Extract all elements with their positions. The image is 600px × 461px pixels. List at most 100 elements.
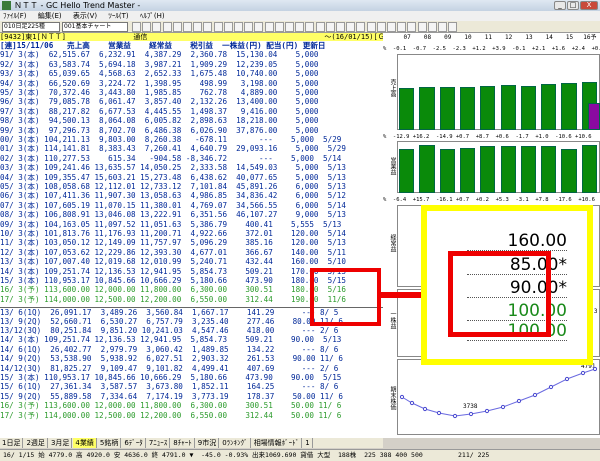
table-row: 93/ 3(本) 65,039.65 4,568.63 2,652.33 1,6… xyxy=(0,69,319,79)
title-bar: ＮＴＴ - GC Hello Trend Master - _ □ X xyxy=(0,0,600,11)
tab-3[interactable]: 4業績 xyxy=(73,438,97,448)
toolbar-icon[interactable] xyxy=(448,22,458,32)
toolbar-icon[interactable] xyxy=(203,22,213,32)
year-label: 12 xyxy=(505,34,513,41)
table-row: 91/ 3(本) 62,515.67 6,232.91 4,387.29 2,3… xyxy=(0,50,319,60)
toolbar-icon[interactable] xyxy=(264,22,274,32)
price-point xyxy=(399,394,405,400)
table-row: 08/ 3(本) 106,808.91 13,046.08 13,222.91 … xyxy=(0,210,346,220)
price-point xyxy=(468,411,474,417)
toolbar-icon[interactable] xyxy=(346,22,356,32)
sales-growth-row: % -0.1 -0.7 -2.5 -2.3 +1.2 +3.9 -0.1 +2.… xyxy=(383,46,600,52)
sales-bar xyxy=(561,82,577,130)
toolbar-icon[interactable] xyxy=(387,22,396,32)
table-header: [連]15/11/06 売上高 営業益 経常益 税引益 一株益(円) 配当(円)… xyxy=(0,41,326,50)
sales-bar xyxy=(439,87,455,130)
price-label: 期末株価 xyxy=(389,386,396,410)
app-icon xyxy=(2,1,11,10)
tab-6[interactable]: 7ﾆｭｰｽ xyxy=(147,438,171,448)
toolbar-icon[interactable] xyxy=(315,22,325,32)
toolbar-icon[interactable] xyxy=(132,22,141,32)
toolbar-icon[interactable] xyxy=(223,22,233,32)
tab-7[interactable]: 8ﾁｬｰﾄ xyxy=(171,438,195,448)
toolbar-icon[interactable] xyxy=(417,22,427,32)
year-label: 16予 xyxy=(583,34,597,41)
op-bar xyxy=(399,148,415,193)
sales-bar xyxy=(520,85,537,130)
toolbar-icon[interactable] xyxy=(376,22,386,32)
toolbar: 010日足225種 001基本チャート xyxy=(0,21,600,33)
table-row: 09/ 3(本) 104,163.05 11,097.52 11,051.63 … xyxy=(0,219,342,229)
table-row: 99/ 3(本) 97,296.73 8,702.70 6,486.38 6,0… xyxy=(0,125,319,135)
price-curve xyxy=(399,366,598,419)
toolbar-icon[interactable] xyxy=(366,22,376,32)
tab-bar: 1日足 2週足 3月足 4業績 5銘柄 6ﾃﾞｰﾀ 7ﾆｭｰｽ 8ﾁｬｰﾄ 9市況 0ﾗﾝｷﾝｸﾞ… xyxy=(0,438,383,448)
toolbar-icon[interactable] xyxy=(193,22,203,32)
menu-file[interactable]: ﾌｧｲﾙ(F) xyxy=(3,12,27,20)
toolbar-icon[interactable] xyxy=(274,22,284,32)
op-label: 営業益 xyxy=(389,157,396,175)
toolbar-icon[interactable] xyxy=(397,22,407,32)
toolbar-icon[interactable] xyxy=(407,22,417,32)
toolbar-icon[interactable] xyxy=(142,22,152,32)
chart-period-select[interactable]: 010日足225種 xyxy=(2,22,60,32)
toolbar-icon[interactable] xyxy=(285,22,294,32)
toolbar-icon[interactable] xyxy=(244,22,254,32)
table-row: 04/ 3(本) 109,355.47 15,603.21 15,273.48 … xyxy=(0,172,346,182)
minimize-button[interactable]: _ xyxy=(554,1,566,10)
tab-5[interactable]: 6ﾃﾞｰﾀ xyxy=(122,438,146,448)
toolbar-icon[interactable] xyxy=(183,22,192,32)
table-row: 10/ 3(本) 101,813.76 11,176.93 11,200.71 … xyxy=(0,229,346,238)
tab-0[interactable]: 1日足 xyxy=(0,438,24,448)
chart-type-select[interactable]: 001基本チャート xyxy=(62,22,128,32)
toolbar-icon[interactable] xyxy=(213,22,223,32)
forecast-bar xyxy=(587,103,600,130)
toolbar-icon[interactable] xyxy=(427,22,437,32)
year-label: 11 xyxy=(484,34,492,41)
ord-label: 経常益 xyxy=(389,234,396,252)
toolbar-icon[interactable] xyxy=(172,22,182,32)
menu-tools[interactable]: ﾂｰﾙ(T) xyxy=(108,12,128,20)
year-label: 10 xyxy=(464,34,472,41)
toolbar-icon[interactable] xyxy=(152,22,162,32)
table-row: 03/ 3(本) 109,241.46 13,635.57 14,050.25 … xyxy=(0,163,346,173)
menu-view[interactable]: 表示(V) xyxy=(73,12,97,20)
quarter-row: 13/12(3Q) 80,251.84 9,851.20 10,241.03 4… xyxy=(0,326,339,335)
year-label: 14 xyxy=(545,34,553,41)
close-button[interactable]: X xyxy=(580,1,598,10)
tab-2[interactable]: 3月足 xyxy=(49,438,73,448)
op-bar xyxy=(439,148,455,193)
sales-bar xyxy=(480,85,496,130)
toolbar-icon[interactable] xyxy=(325,22,335,32)
table-row: 02/ 3(本) 110,277.53 615.34 -904.58 -8,34… xyxy=(0,153,342,163)
toolbar-icon[interactable] xyxy=(305,22,315,32)
toolbar-icon[interactable] xyxy=(254,22,264,32)
tab-9[interactable]: 0ﾗﾝｷﾝｸﾞ xyxy=(220,438,251,448)
tab-11[interactable]: 1 xyxy=(303,438,313,448)
tab-8[interactable]: 9市況 xyxy=(196,438,220,448)
menu-edit[interactable]: 編集(E) xyxy=(38,12,62,20)
toolbar-icon[interactable] xyxy=(162,22,172,32)
tab-10[interactable]: 相場情報ﾎﾞｰﾄﾞ xyxy=(252,438,303,448)
toolbar-icon[interactable] xyxy=(295,22,305,32)
sales-bar xyxy=(541,84,557,130)
stock-info-bar: [9432]東1[ＮＴＴ] 通信 ～(16/01/15)[ＧＣＮＥＴ]v2.52 xyxy=(0,33,439,41)
toolbar-icon[interactable] xyxy=(438,22,447,32)
quarter-row: 16/ 3(予) 113,600.00 12,000.00 11,800.00 … xyxy=(0,401,342,411)
quarter-row: 14/ 6(1Q) 26,402.77 2,979.79 3,060.42 1,… xyxy=(0,344,339,354)
op-bar xyxy=(561,149,577,193)
quarter-row: 15/ 9(2Q) 55,889.58 7,334.64 7,174.19 3,… xyxy=(0,391,343,401)
quarter-row: 15/ 3(本) 110,953.17 10,845.66 10,666.29 … xyxy=(0,373,342,382)
op-growth-row: % -12.9 +16.2 -14.9 +0.7 +8.7 +0.6 -1.7 … xyxy=(383,134,592,140)
op-bar xyxy=(480,145,496,193)
toolbar-icon[interactable] xyxy=(356,22,366,32)
table-row: 98/ 3(本) 94,500.13 8,064.08 6,005.82 2,8… xyxy=(0,116,319,126)
table-row: 97/ 3(本) 88,217.82 6,677.53 4,445.55 1,4… xyxy=(0,106,319,116)
menu-help[interactable]: ﾍﾙﾌﾟ(H) xyxy=(140,12,165,20)
maximize-button[interactable]: □ xyxy=(567,1,579,10)
table-row: 13/ 3(本) 107,007.40 12,019.68 12,010.99 … xyxy=(0,257,346,267)
toolbar-icon[interactable] xyxy=(234,22,243,32)
toolbar-icon[interactable] xyxy=(336,22,345,32)
tab-1[interactable]: 2週足 xyxy=(24,438,48,448)
tab-4[interactable]: 5銘柄 xyxy=(98,438,122,448)
